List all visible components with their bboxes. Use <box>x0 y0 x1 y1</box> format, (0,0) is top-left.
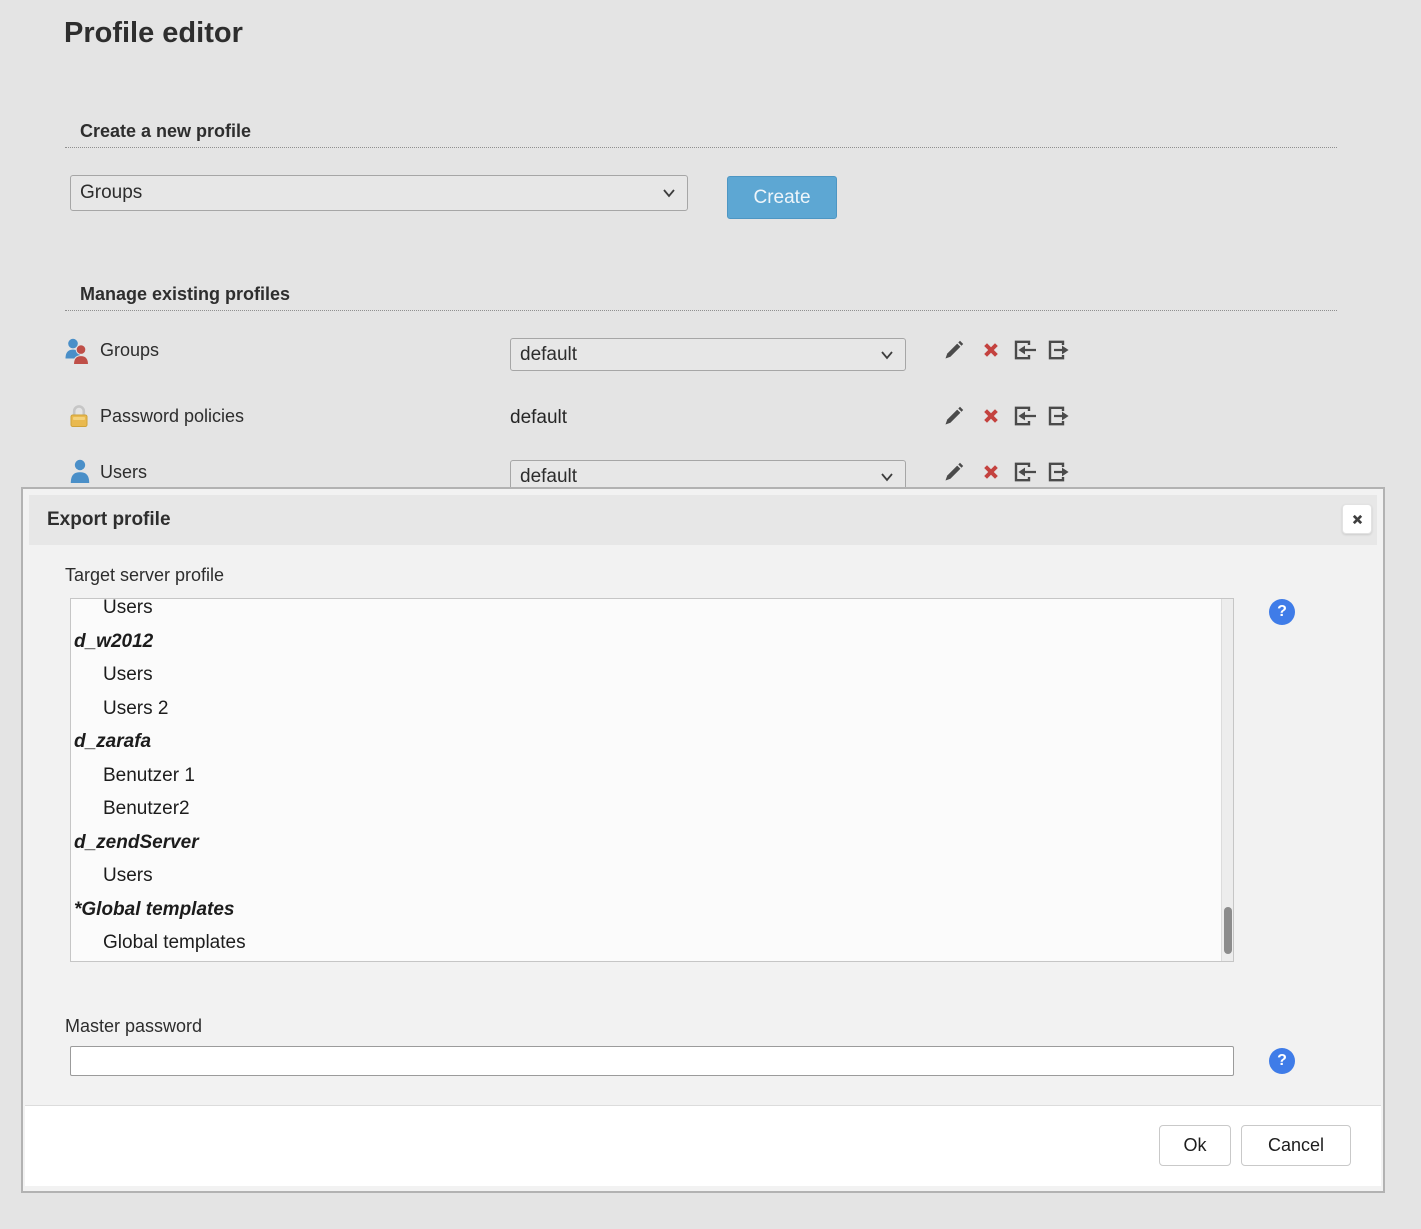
manage-section-heading: Manage existing profiles <box>65 284 1337 304</box>
users-profile-select-value: default <box>520 466 577 488</box>
target-profile-listbox[interactable]: Users d_w2012 Users Users 2 d_zarafa Ben… <box>70 598 1234 962</box>
row-label-password-policies: Password policies <box>100 406 244 427</box>
list-item[interactable]: Users <box>71 658 1233 692</box>
export-profile-dialog: Export profile Target server profile Use… <box>21 487 1385 1193</box>
page-title: Profile editor <box>64 17 243 50</box>
lock-icon <box>68 403 90 429</box>
create-section-heading: Create a new profile <box>65 121 1337 141</box>
import-icon[interactable] <box>1013 405 1035 427</box>
row-label-groups: Groups <box>100 340 159 361</box>
profile-editor-page: Profile editor Create a new profile Grou… <box>0 0 1421 1229</box>
ok-button[interactable]: Ok <box>1159 1125 1231 1166</box>
list-item[interactable]: Global templates <box>71 926 1233 960</box>
chevron-down-icon <box>879 469 895 485</box>
delete-icon[interactable] <box>980 405 1002 427</box>
list-item[interactable]: Benutzer2 <box>71 792 1233 826</box>
profile-row-password-policies: Password policies default <box>0 402 1421 438</box>
list-group-item[interactable]: d_zendServer <box>71 826 1233 860</box>
close-icon <box>1350 512 1365 527</box>
list-item[interactable]: Benutzer 1 <box>71 759 1233 793</box>
list-group-item[interactable]: *Global templates <box>71 893 1233 927</box>
list-item[interactable]: Users <box>71 859 1233 893</box>
import-icon[interactable] <box>1013 339 1035 361</box>
user-icon <box>70 459 90 485</box>
edit-icon[interactable] <box>943 405 965 427</box>
help-icon[interactable]: ? <box>1269 1048 1295 1074</box>
dialog-title: Export profile <box>47 495 171 545</box>
create-section-header: Create a new profile <box>65 121 1337 148</box>
chevron-down-icon <box>879 347 895 363</box>
groups-profile-select-value: default <box>520 344 577 366</box>
edit-icon[interactable] <box>943 339 965 361</box>
dialog-footer: Ok Cancel <box>25 1105 1381 1186</box>
export-icon[interactable] <box>1047 461 1069 483</box>
profile-row-groups: Groups default <box>0 336 1421 372</box>
create-button[interactable]: Create <box>727 176 837 219</box>
close-button[interactable] <box>1342 504 1372 534</box>
scrollbar[interactable] <box>1221 599 1233 961</box>
password-policies-profile-value: default <box>510 407 567 429</box>
edit-icon[interactable] <box>943 461 965 483</box>
row-label-users: Users <box>100 462 147 483</box>
groups-profile-select[interactable]: default <box>510 338 906 371</box>
cancel-button[interactable]: Cancel <box>1241 1125 1351 1166</box>
question-mark-glyph: ? <box>1277 1052 1287 1070</box>
manage-section-header: Manage existing profiles <box>65 284 1337 311</box>
export-icon[interactable] <box>1047 339 1069 361</box>
list-item[interactable]: Users <box>71 598 1233 625</box>
import-icon[interactable] <box>1013 461 1035 483</box>
dialog-header: Export profile <box>29 495 1377 545</box>
list-group-item[interactable]: d_zarafa <box>71 725 1233 759</box>
target-server-profile-label: Target server profile <box>65 565 224 586</box>
master-password-input[interactable] <box>70 1046 1234 1076</box>
delete-icon[interactable] <box>980 339 1002 361</box>
help-icon[interactable]: ? <box>1269 599 1295 625</box>
delete-icon[interactable] <box>980 461 1002 483</box>
chevron-down-icon <box>661 185 677 201</box>
list-item[interactable]: Users 2 <box>71 692 1233 726</box>
profile-type-select[interactable]: Groups <box>70 175 688 211</box>
profile-type-select-value: Groups <box>80 182 142 204</box>
groups-icon <box>64 337 92 366</box>
master-password-label: Master password <box>65 1016 202 1037</box>
list-group-item[interactable]: d_w2012 <box>71 625 1233 659</box>
scrollbar-thumb[interactable] <box>1224 907 1232 954</box>
question-mark-glyph: ? <box>1277 603 1287 621</box>
export-icon[interactable] <box>1047 405 1069 427</box>
